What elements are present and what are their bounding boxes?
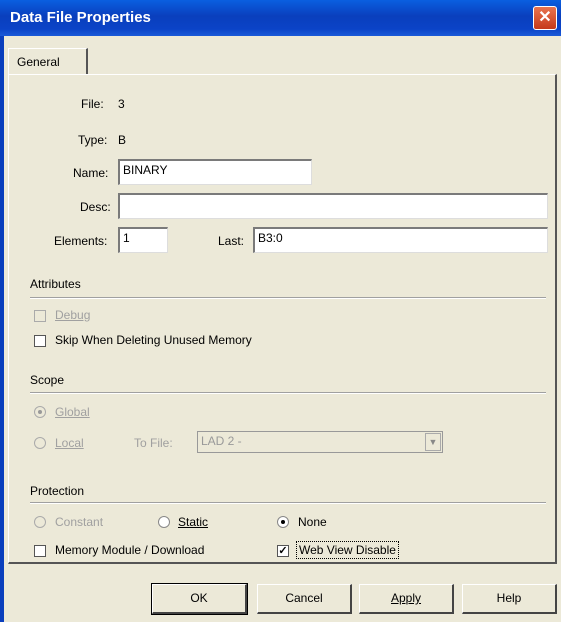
- local-radio[interactable]: [34, 437, 46, 449]
- static-label: Static: [178, 515, 209, 529]
- last-field[interactable]: B3:0: [253, 227, 548, 253]
- type-value: B: [118, 133, 127, 147]
- last-label: Last:: [218, 234, 245, 248]
- debug-checkbox[interactable]: [34, 310, 46, 322]
- file-label: File:: [81, 97, 104, 111]
- attributes-heading: Attributes: [30, 277, 81, 291]
- protection-heading: Protection: [30, 484, 85, 498]
- dialog-window: Data File Properties ✕ General File: 3 T…: [0, 0, 561, 622]
- skip-unused-memory-checkbox[interactable]: [34, 335, 46, 347]
- scope-divider: [30, 392, 546, 394]
- memory-module-label: Memory Module / Download: [55, 543, 205, 557]
- close-icon[interactable]: ✕: [533, 6, 557, 30]
- window-title: Data File Properties: [10, 9, 151, 26]
- protection-divider: [30, 502, 546, 504]
- to-file-label: To File:: [134, 436, 173, 450]
- to-file-value: LAD 2 -: [201, 434, 242, 448]
- elements-field[interactable]: 1: [118, 227, 168, 253]
- title-bar[interactable]: Data File Properties ✕: [0, 0, 561, 36]
- constant-radio[interactable]: [34, 516, 46, 528]
- web-view-disable-checkbox[interactable]: ✓: [277, 545, 289, 557]
- scope-heading: Scope: [30, 373, 65, 387]
- chevron-down-icon[interactable]: ▼: [425, 433, 441, 451]
- elements-label: Elements:: [54, 234, 108, 248]
- file-value: 3: [118, 97, 125, 111]
- window-border: [0, 36, 4, 622]
- local-label: Local: [55, 436, 84, 450]
- memory-module-checkbox[interactable]: [34, 545, 46, 557]
- global-radio[interactable]: [34, 406, 46, 418]
- global-label: Global: [55, 405, 90, 419]
- name-label: Name:: [73, 166, 109, 180]
- name-field[interactable]: BINARY: [118, 159, 312, 185]
- desc-field[interactable]: [118, 193, 548, 219]
- none-radio[interactable]: [277, 516, 289, 528]
- cancel-button[interactable]: Cancel: [257, 584, 352, 614]
- debug-label: Debug: [55, 308, 91, 322]
- tab-general[interactable]: General: [8, 48, 88, 74]
- help-button[interactable]: Help: [462, 584, 557, 614]
- apply-button[interactable]: Apply: [359, 584, 454, 614]
- attributes-divider: [30, 297, 546, 299]
- desc-label: Desc:: [80, 200, 111, 214]
- type-label: Type:: [78, 133, 108, 147]
- static-radio[interactable]: [158, 516, 170, 528]
- to-file-select[interactable]: LAD 2 - ▼: [197, 431, 443, 453]
- web-view-disable-label: Web View Disable: [296, 541, 399, 559]
- constant-label: Constant: [55, 515, 104, 529]
- skip-unused-memory-label: Skip When Deleting Unused Memory: [55, 333, 252, 347]
- none-label: None: [298, 515, 327, 529]
- ok-button[interactable]: OK: [151, 583, 248, 615]
